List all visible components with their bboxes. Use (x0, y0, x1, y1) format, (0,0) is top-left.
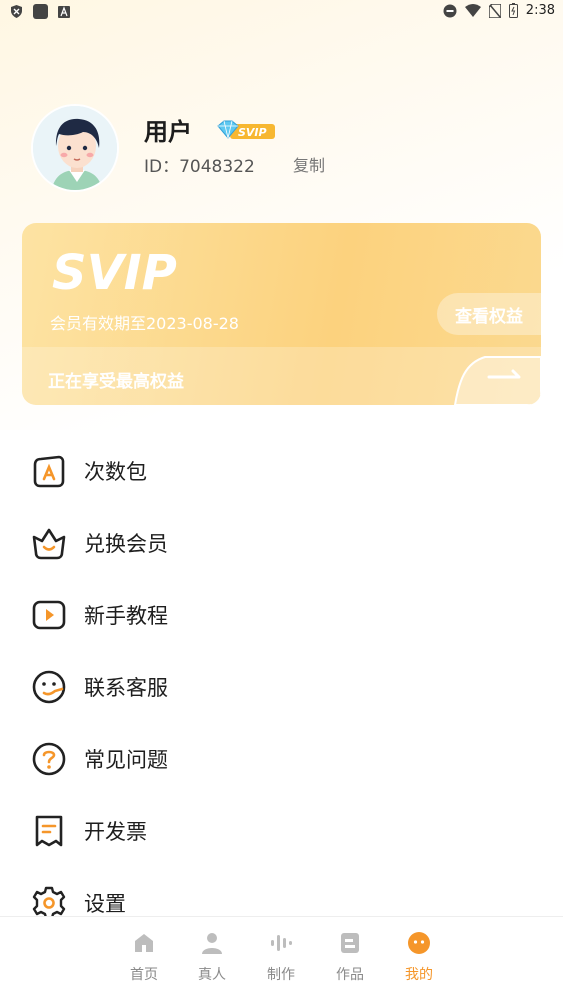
nav-mine[interactable]: 我的 (389, 931, 449, 984)
avatar[interactable] (31, 104, 119, 192)
font-notification-icon (58, 5, 70, 18)
menu-label: 开发票 (84, 820, 147, 844)
shield-notification-icon (11, 5, 22, 18)
view-benefits-button[interactable]: 查看权益 (437, 293, 541, 335)
menu-label: 常见问题 (84, 748, 168, 772)
waveform-icon (271, 935, 292, 951)
person-icon (202, 933, 222, 954)
copy-id-button[interactable]: 复制 (293, 152, 325, 176)
bottom-nav: 首页 真人 制作 作品 我的 (0, 916, 563, 1002)
menu-label: 设置 (84, 892, 126, 916)
vip-status-text: 正在享受最高权益 (48, 372, 184, 392)
dnd-icon (443, 4, 457, 17)
svip-badge: SVIP (216, 120, 276, 146)
menu-item-faq[interactable]: 常见问题 (0, 731, 563, 787)
nav-label: 作品 (336, 967, 364, 983)
menu-label: 兑换会员 (84, 532, 168, 556)
nav-label: 制作 (267, 967, 295, 983)
home-icon (135, 934, 153, 952)
package-icon (33, 455, 65, 488)
profile-icon (408, 932, 430, 954)
no-sim-icon (488, 3, 501, 18)
play-icon (32, 600, 66, 630)
user-id: ID：7048322 (144, 157, 255, 177)
username: 用户 (144, 118, 192, 146)
nav-works[interactable]: 作品 (320, 931, 380, 984)
nav-home[interactable]: 首页 (114, 931, 174, 984)
invoice-icon (35, 815, 63, 847)
app-notification-icon (33, 4, 48, 19)
crown-icon (32, 528, 66, 560)
nav-label: 真人 (198, 967, 226, 983)
question-icon (32, 742, 66, 776)
battery-icon (508, 3, 518, 18)
menu-label: 新手教程 (84, 604, 168, 628)
menu-item-invoice[interactable]: 开发票 (0, 803, 563, 859)
menu-item-tutorial[interactable]: 新手教程 (0, 587, 563, 643)
menu-label: 次数包 (84, 460, 147, 484)
vip-arrow-button[interactable] (445, 351, 541, 405)
nav-create[interactable]: 制作 (251, 931, 311, 984)
status-time: 2:38 (525, 3, 555, 18)
service-icon (32, 670, 66, 704)
menu-item-customer-service[interactable]: 联系客服 (0, 659, 563, 715)
svip-badge-text: SVIP (238, 126, 267, 139)
nav-label: 我的 (405, 967, 433, 983)
nav-real-person[interactable]: 真人 (182, 931, 242, 984)
svip-logo-text: SVIP (52, 245, 177, 295)
menu-label: 联系客服 (84, 676, 168, 700)
svip-logo: SVIP (52, 245, 177, 295)
vip-expiry: 会员有效期至2023-08-28 (50, 314, 239, 333)
nav-label: 首页 (130, 967, 158, 983)
works-icon (341, 933, 359, 953)
status-bar: 2:38 (0, 0, 563, 24)
vip-card[interactable]: SVIP 会员有效期至2023-08-28 查看权益 正在享受最高权益 (22, 223, 541, 405)
menu-item-redeem-vip[interactable]: 兑换会员 (0, 515, 563, 571)
menu-item-package[interactable]: 次数包 (0, 443, 563, 499)
wifi-icon (464, 4, 481, 17)
vip-status-bar: 正在享受最高权益 (22, 347, 541, 405)
avatar-illustration (33, 106, 117, 190)
